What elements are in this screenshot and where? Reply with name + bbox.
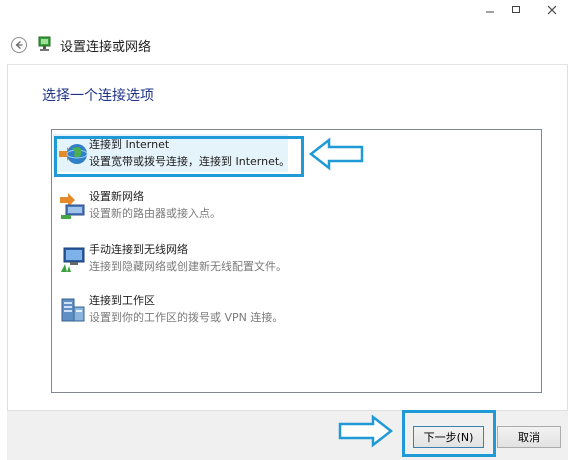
back-button[interactable] <box>11 37 27 53</box>
option-description: 设置新的路由器或接入点。 <box>89 207 221 220</box>
title-bar: 设置连接或网络 <box>0 0 575 64</box>
setup-connection-window: 设置连接或网络 选择一个连接选项 连接到 Internet 设置宽带或拨号连接，… <box>0 0 575 460</box>
wireless-network-icon <box>58 244 88 274</box>
option-title: 设置新网络 <box>89 190 144 203</box>
pointer-arrow-left-icon <box>308 137 366 175</box>
window-controls <box>477 0 575 22</box>
cancel-button[interactable]: 取消 <box>497 426 561 448</box>
back-arrow-icon <box>15 41 23 49</box>
network-setup-icon <box>37 35 55 57</box>
option-workplace[interactable]: 连接到工作区 设置到你的工作区的拨号或 VPN 连接。 <box>52 287 541 333</box>
close-icon[interactable] <box>529 0 575 20</box>
option-description: 设置到你的工作区的拨号或 VPN 连接。 <box>89 311 284 324</box>
window-title: 设置连接或网络 <box>60 40 152 55</box>
highlight-box-next-button <box>402 410 496 457</box>
maximize-icon[interactable] <box>503 0 529 20</box>
option-new-network[interactable]: 设置新网络 设置新的路由器或接入点。 <box>52 183 541 229</box>
minimize-icon[interactable] <box>477 0 503 20</box>
new-network-icon <box>58 191 88 221</box>
option-title: 连接到工作区 <box>89 294 155 307</box>
highlight-box-internet-option <box>54 136 304 177</box>
pointer-arrow-right-icon <box>336 414 394 452</box>
option-title: 手动连接到无线网络 <box>89 243 188 256</box>
option-description: 连接到隐藏网络或创建新无线配置文件。 <box>89 260 287 273</box>
page-heading: 选择一个连接选项 <box>42 88 154 104</box>
option-manual-wireless[interactable]: 手动连接到无线网络 连接到隐藏网络或创建新无线配置文件。 <box>52 236 541 282</box>
workplace-icon <box>58 295 88 325</box>
